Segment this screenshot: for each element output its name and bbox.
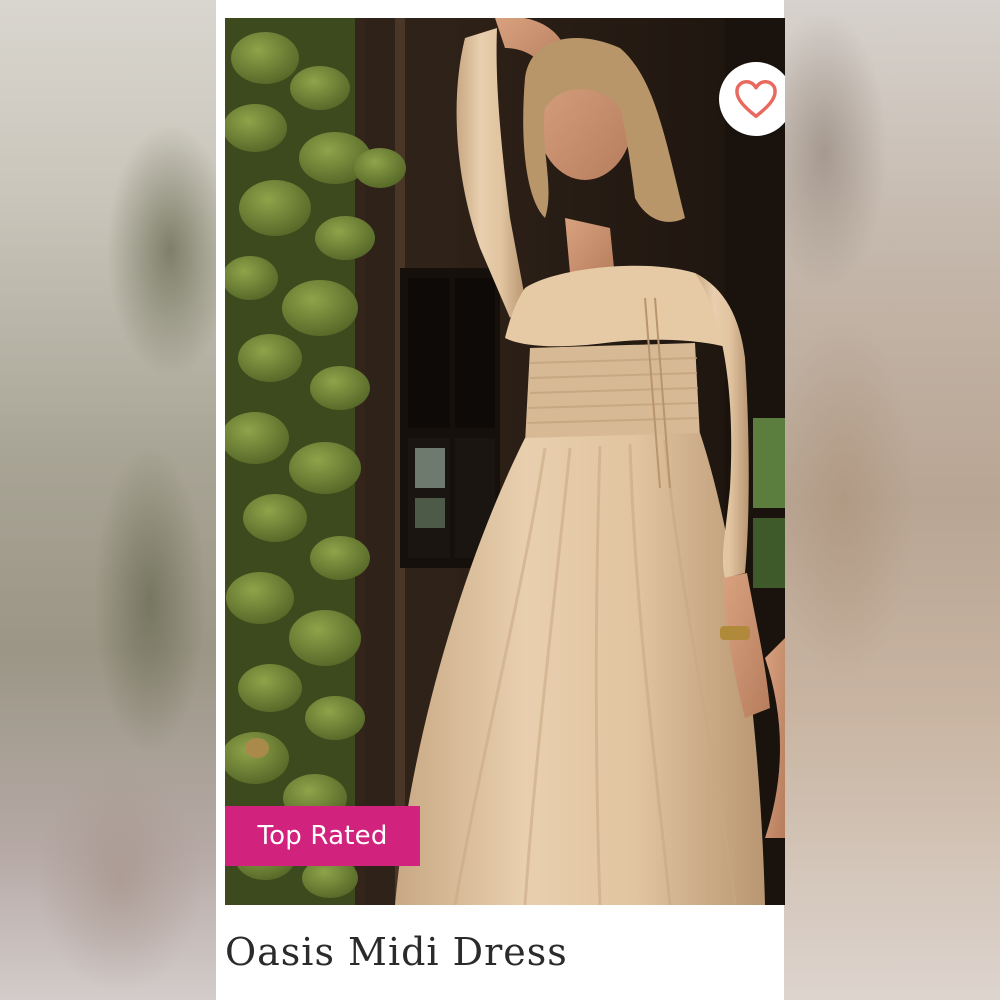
- top-rated-badge: Top Rated: [225, 806, 420, 866]
- product-title[interactable]: Oasis Midi Dress: [225, 930, 568, 974]
- blurred-backdrop-right: [784, 0, 1000, 1000]
- blurred-backdrop-left: [0, 0, 216, 1000]
- product-image[interactable]: [225, 18, 785, 905]
- heart-icon: [734, 79, 778, 119]
- screenshot-background: Top Rated Oasis Midi Dress: [0, 0, 1000, 1000]
- product-card[interactable]: Top Rated Oasis Midi Dress: [216, 0, 785, 1000]
- favorite-button[interactable]: [719, 62, 785, 136]
